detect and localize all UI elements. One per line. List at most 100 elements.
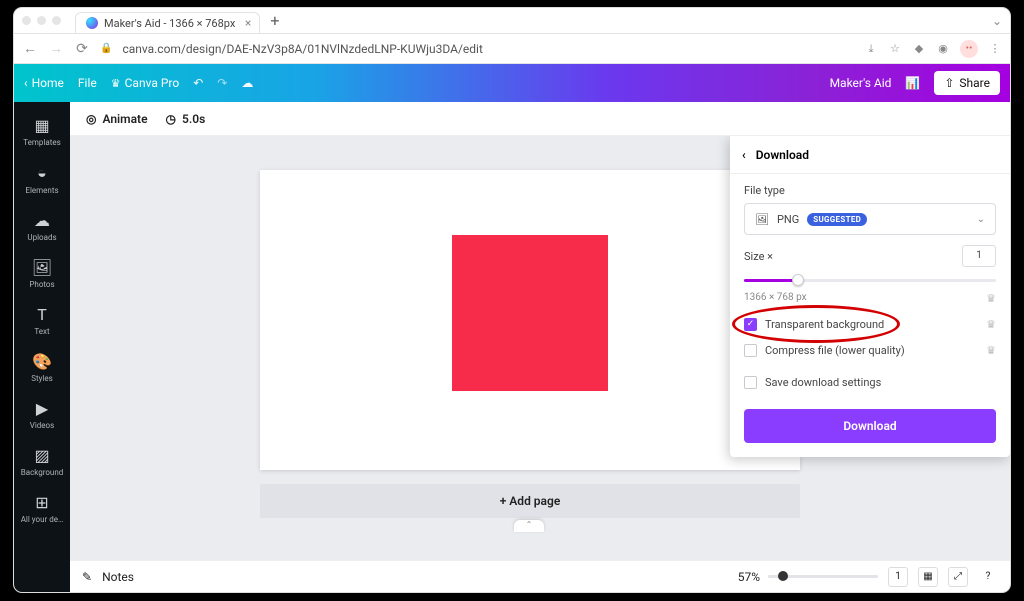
new-tab-button[interactable]: + (270, 11, 279, 30)
install-icon[interactable]: ⤓ (864, 42, 878, 56)
home-label: Home (32, 76, 64, 90)
profile-avatar[interactable]: •• (960, 40, 978, 58)
save-settings-option[interactable]: Save download settings (744, 369, 996, 395)
page-indicator[interactable]: 1 (888, 567, 908, 587)
checkbox-icon[interactable] (744, 344, 757, 357)
share-icon: ⇧ (944, 76, 954, 90)
notes-icon[interactable]: ✎ (82, 570, 92, 584)
extension1-icon[interactable]: ◆ (912, 42, 926, 55)
window-controls[interactable] (22, 16, 61, 25)
reload-button[interactable]: ⟳ (74, 41, 90, 57)
canva-favicon-icon (86, 17, 98, 29)
elements-icon: ◒ (16, 163, 68, 183)
url-text[interactable]: canva.com/design/DAE-NzV3p8A/01NVlNzdedL… (122, 42, 854, 56)
sidebar-item-styles[interactable]: 🎨Styles (14, 344, 70, 391)
share-button[interactable]: ⇧ Share (934, 71, 1000, 95)
size-label: Size × (744, 250, 773, 263)
lock-icon: 🔒 (100, 43, 112, 54)
checkbox-icon[interactable] (744, 376, 757, 389)
back-icon[interactable]: ‹ (742, 148, 746, 162)
kebab-menu-icon[interactable]: ⋮ (988, 42, 1002, 55)
zoom-slider[interactable] (768, 575, 878, 578)
compress-file-option[interactable]: Compress file (lower quality) ♛ (744, 337, 996, 363)
transparent-background-option[interactable]: ✓ Transparent background ♛ (744, 311, 996, 337)
red-rectangle-element[interactable] (452, 235, 608, 391)
size-slider[interactable] (744, 271, 996, 289)
suggested-badge: SUGGESTED (807, 213, 867, 226)
left-sidebar: ▦Templates ◒Elements ☁Uploads 🖼Photos TT… (14, 102, 70, 592)
crown-icon: ♛ (986, 292, 996, 305)
sidebar-item-photos[interactable]: 🖼Photos (14, 250, 70, 297)
templates-icon: ▦ (16, 116, 68, 135)
clock-icon: ◷ (166, 112, 176, 126)
crown-icon: ♛ (986, 344, 996, 357)
uploads-icon: ☁ (16, 211, 68, 230)
cloud-sync-icon[interactable]: ☁ (241, 76, 253, 90)
extension2-icon[interactable]: ◉ (936, 42, 950, 55)
page-drawer-handle[interactable]: ⌃ (514, 520, 544, 532)
file-type-label: File type (744, 184, 996, 197)
download-title: Download (756, 148, 809, 162)
notes-button[interactable]: Notes (102, 570, 134, 584)
sidebar-item-uploads[interactable]: ☁Uploads (14, 203, 70, 250)
design-page[interactable] (260, 170, 800, 470)
browser-address-bar: ← → ⟳ 🔒 canva.com/design/DAE-NzV3p8A/01N… (14, 34, 1010, 64)
add-page-button[interactable]: + Add page (260, 484, 800, 518)
sidebar-item-text[interactable]: TText (14, 297, 70, 344)
apps-icon: ⊞ (16, 493, 68, 512)
download-header: ‹ Download (730, 136, 1010, 174)
project-name[interactable]: Maker's Aid (830, 76, 892, 90)
undo-button[interactable]: ↶ (193, 76, 203, 90)
download-button[interactable]: Download (744, 409, 996, 443)
image-icon: 🖼 (755, 213, 769, 226)
dimensions-text: 1366 × 768 px ♛ (744, 292, 996, 303)
zoom-value: 57% (738, 570, 760, 584)
file-menu[interactable]: File (78, 76, 97, 90)
canvas-area[interactable]: + Add page ⌃ ‹ Download File type 🖼 PNG (70, 136, 1010, 560)
bottom-bar: ✎ Notes 57% 1 ▦ ⤢ ? (70, 560, 1010, 592)
forward-button: → (48, 40, 64, 57)
browser-titlebar: Maker's Aid - 1366 × 768px × + ⌄ (14, 8, 1010, 34)
sidebar-item-videos[interactable]: ▶Videos (14, 391, 70, 438)
size-value-input[interactable]: 1 (962, 245, 996, 267)
videos-icon: ▶ (16, 399, 68, 418)
file-type-select[interactable]: 🖼 PNG SUGGESTED ⌄ (744, 203, 996, 235)
window-chevron-icon[interactable]: ⌄ (992, 14, 1002, 28)
grid-view-button[interactable]: ▦ (918, 567, 938, 587)
background-icon: ▨ (16, 446, 68, 465)
help-button[interactable]: ? (978, 567, 998, 587)
back-chevron-icon: ‹ (24, 76, 28, 90)
tab-title: Maker's Aid - 1366 × 768px (104, 17, 235, 30)
app-toolbar: ‹ Home File ♛ Canva Pro ↶ ↷ ☁ Maker's Ai… (14, 64, 1010, 102)
sidebar-item-elements[interactable]: ◒Elements (14, 155, 70, 203)
canva-pro-button[interactable]: ♛ Canva Pro (111, 76, 179, 90)
crown-icon: ♛ (111, 77, 121, 90)
crown-icon: ♛ (986, 318, 996, 331)
back-button[interactable]: ← (22, 40, 38, 57)
chevron-down-icon: ⌄ (977, 214, 985, 225)
fullscreen-button[interactable]: ⤢ (948, 567, 968, 587)
duration-button[interactable]: ◷ 5.0s (166, 112, 206, 126)
styles-icon: 🎨 (16, 352, 68, 371)
zoom-control[interactable]: 57% (738, 570, 878, 584)
checkbox-checked-icon[interactable]: ✓ (744, 318, 757, 331)
sub-toolbar: ◎ Animate ◷ 5.0s (70, 102, 1010, 136)
sidebar-item-apps[interactable]: ⊞All your de… (14, 485, 70, 532)
insights-icon[interactable]: 📊 (905, 76, 920, 90)
photos-icon: 🖼 (16, 258, 68, 277)
download-panel: ‹ Download File type 🖼 PNG SUGGESTED ⌄ S… (730, 136, 1010, 457)
text-icon: T (16, 305, 68, 324)
redo-button[interactable]: ↷ (217, 76, 227, 90)
animate-icon: ◎ (86, 112, 96, 126)
close-tab-icon[interactable]: × (245, 16, 251, 30)
home-button[interactable]: ‹ Home (24, 76, 64, 90)
share-label: Share (959, 76, 990, 90)
star-icon[interactable]: ☆ (888, 42, 902, 55)
canva-pro-label: Canva Pro (125, 76, 180, 90)
file-label: File (78, 76, 97, 90)
file-type-value: PNG (777, 213, 799, 226)
sidebar-item-templates[interactable]: ▦Templates (14, 108, 70, 155)
browser-tab[interactable]: Maker's Aid - 1366 × 768px × (75, 12, 260, 34)
animate-button[interactable]: ◎ Animate (86, 112, 148, 126)
sidebar-item-background[interactable]: ▨Background (14, 438, 70, 485)
